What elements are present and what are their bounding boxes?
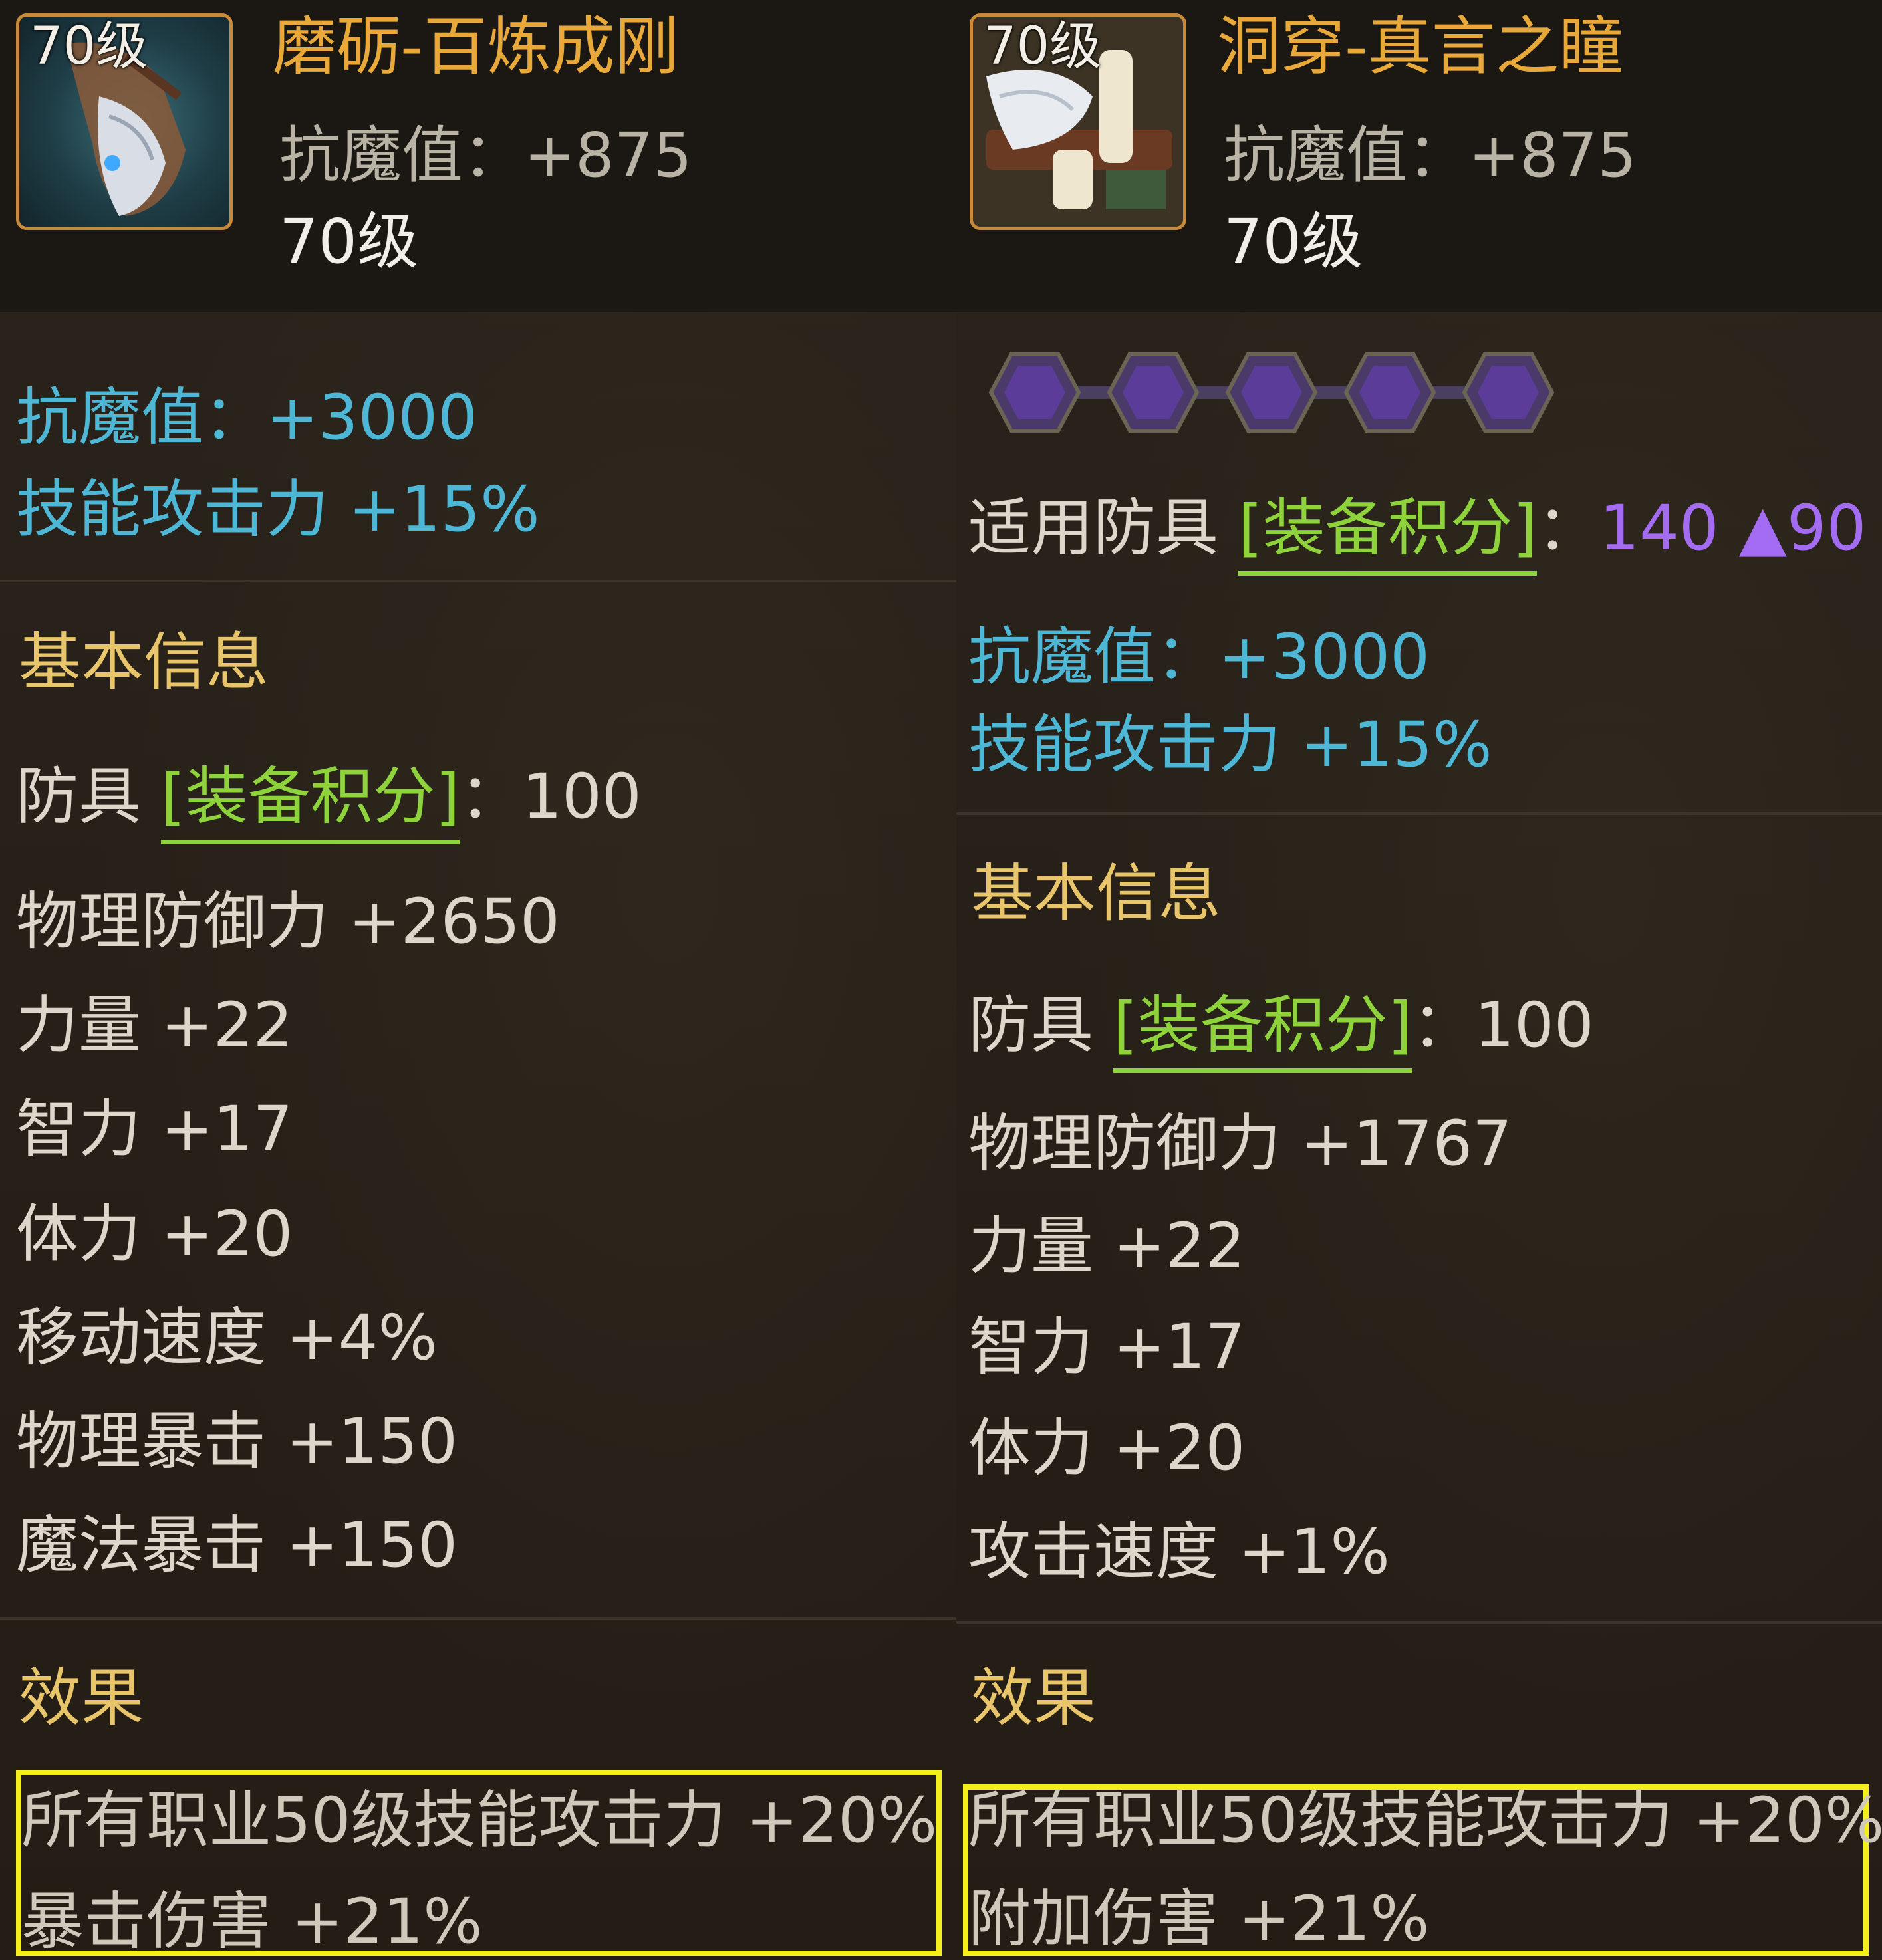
effect-line: 附加伤害 +21% bbox=[968, 1883, 1430, 1955]
resist-stat: 抗魔值：+3000 bbox=[16, 382, 477, 454]
divider bbox=[0, 1617, 956, 1620]
basic-stat-line: 力量 +22 bbox=[16, 989, 293, 1062]
item-level-badge: 70级 bbox=[30, 17, 148, 76]
item-level-label: 70级 bbox=[279, 206, 419, 277]
section-effect: 效果 bbox=[19, 1662, 144, 1735]
purple-hexagon-gem-socket-icon[interactable] bbox=[1462, 351, 1555, 433]
purple-hexagon-gem-socket-icon[interactable] bbox=[1343, 351, 1436, 433]
basic-stat-line: 移动速度 +4% bbox=[16, 1302, 438, 1374]
left-item-header: 70级 磨砺-百炼成刚 抗魔值：+875 70级 bbox=[0, 0, 956, 312]
header-resist-stat: 抗魔值：+875 bbox=[279, 120, 692, 191]
score-prefix: 防具 bbox=[968, 989, 1113, 1062]
effect-line: 所有职业50级技能攻击力 +20% bbox=[21, 1784, 938, 1857]
right-item-tooltip: 70级 洞穿-真言之瞳 抗魔值：+875 70级 适用防具 [装备积分]：140 bbox=[956, 0, 1882, 1960]
right-item-header: 70级 洞穿-真言之瞳 抗魔值：+875 70级 bbox=[956, 0, 1882, 312]
applicable-score-value: 140 ▲90 bbox=[1599, 492, 1867, 564]
left-item-tooltip: 70级 磨砺-百炼成刚 抗魔值：+875 70级 抗魔值：+3000 技能攻击力… bbox=[0, 0, 956, 1960]
score-value: ：100 bbox=[1412, 989, 1594, 1062]
belt-scrolls-armor-icon[interactable]: 70级 bbox=[970, 13, 1186, 230]
score-prefix: 防具 bbox=[16, 761, 161, 833]
basic-stat-line: 力量 +22 bbox=[968, 1210, 1246, 1283]
item-level-label: 70级 bbox=[1224, 206, 1363, 277]
basic-stat-line: 体力 +20 bbox=[968, 1412, 1246, 1485]
equipment-score-tag[interactable]: [装备积分] bbox=[160, 761, 460, 844]
header-resist-stat: 抗魔值：+875 bbox=[1224, 120, 1637, 191]
applicable-colon: ： bbox=[1537, 492, 1600, 564]
purple-hexagon-gem-socket-icon[interactable] bbox=[988, 351, 1081, 433]
equipment-score-tag[interactable]: [装备积分] bbox=[1238, 492, 1538, 576]
equipment-score-tag[interactable]: [装备积分] bbox=[1113, 989, 1412, 1073]
skill-attack-stat: 技能攻击力 +15% bbox=[968, 709, 1492, 781]
gem-socket-row bbox=[988, 346, 1560, 439]
equipment-score-line: 防具 [装备积分]：100 bbox=[16, 761, 642, 844]
purple-hexagon-gem-socket-icon[interactable] bbox=[1107, 351, 1200, 433]
skill-attack-stat: 技能攻击力 +15% bbox=[16, 473, 540, 546]
item-name: 洞穿-真言之瞳 bbox=[1217, 9, 1623, 84]
basic-stat-line: 物理防御力 +2650 bbox=[16, 886, 560, 958]
section-basic-info: 基本信息 bbox=[971, 858, 1222, 930]
effect-line: 所有职业50级技能攻击力 +20% bbox=[968, 1784, 1882, 1857]
divider bbox=[0, 580, 956, 582]
bracer-armor-icon[interactable]: 70级 bbox=[16, 13, 233, 230]
applicable-score-line: 适用防具 [装备积分]：140 ▲90 bbox=[968, 492, 1866, 576]
purple-hexagon-gem-socket-icon[interactable] bbox=[1225, 351, 1318, 433]
basic-stat-line: 智力 +17 bbox=[16, 1093, 293, 1165]
resist-stat: 抗魔值：+3000 bbox=[968, 621, 1430, 693]
basic-stat-line: 智力 +17 bbox=[968, 1311, 1246, 1384]
effect-line: 暴击伤害 +21% bbox=[21, 1886, 483, 1958]
section-basic-info: 基本信息 bbox=[19, 626, 269, 699]
divider bbox=[956, 1621, 1882, 1624]
divider bbox=[956, 812, 1882, 815]
basic-stat-line: 物理暴击 +150 bbox=[16, 1406, 458, 1478]
basic-stat-line: 攻击速度 +1% bbox=[968, 1516, 1390, 1588]
applicable-prefix: 适用防具 bbox=[968, 492, 1238, 564]
item-level-badge: 70级 bbox=[984, 17, 1102, 76]
section-effect: 效果 bbox=[971, 1662, 1097, 1735]
equipment-score-line: 防具 [装备积分]：100 bbox=[968, 989, 1594, 1073]
score-value: ：100 bbox=[460, 761, 642, 833]
basic-stat-line: 体力 +20 bbox=[16, 1198, 293, 1271]
item-name: 磨砺-百炼成刚 bbox=[273, 9, 679, 84]
basic-stat-line: 魔法暴击 +150 bbox=[16, 1509, 458, 1582]
basic-stat-line: 物理防御力 +1767 bbox=[968, 1108, 1512, 1180]
